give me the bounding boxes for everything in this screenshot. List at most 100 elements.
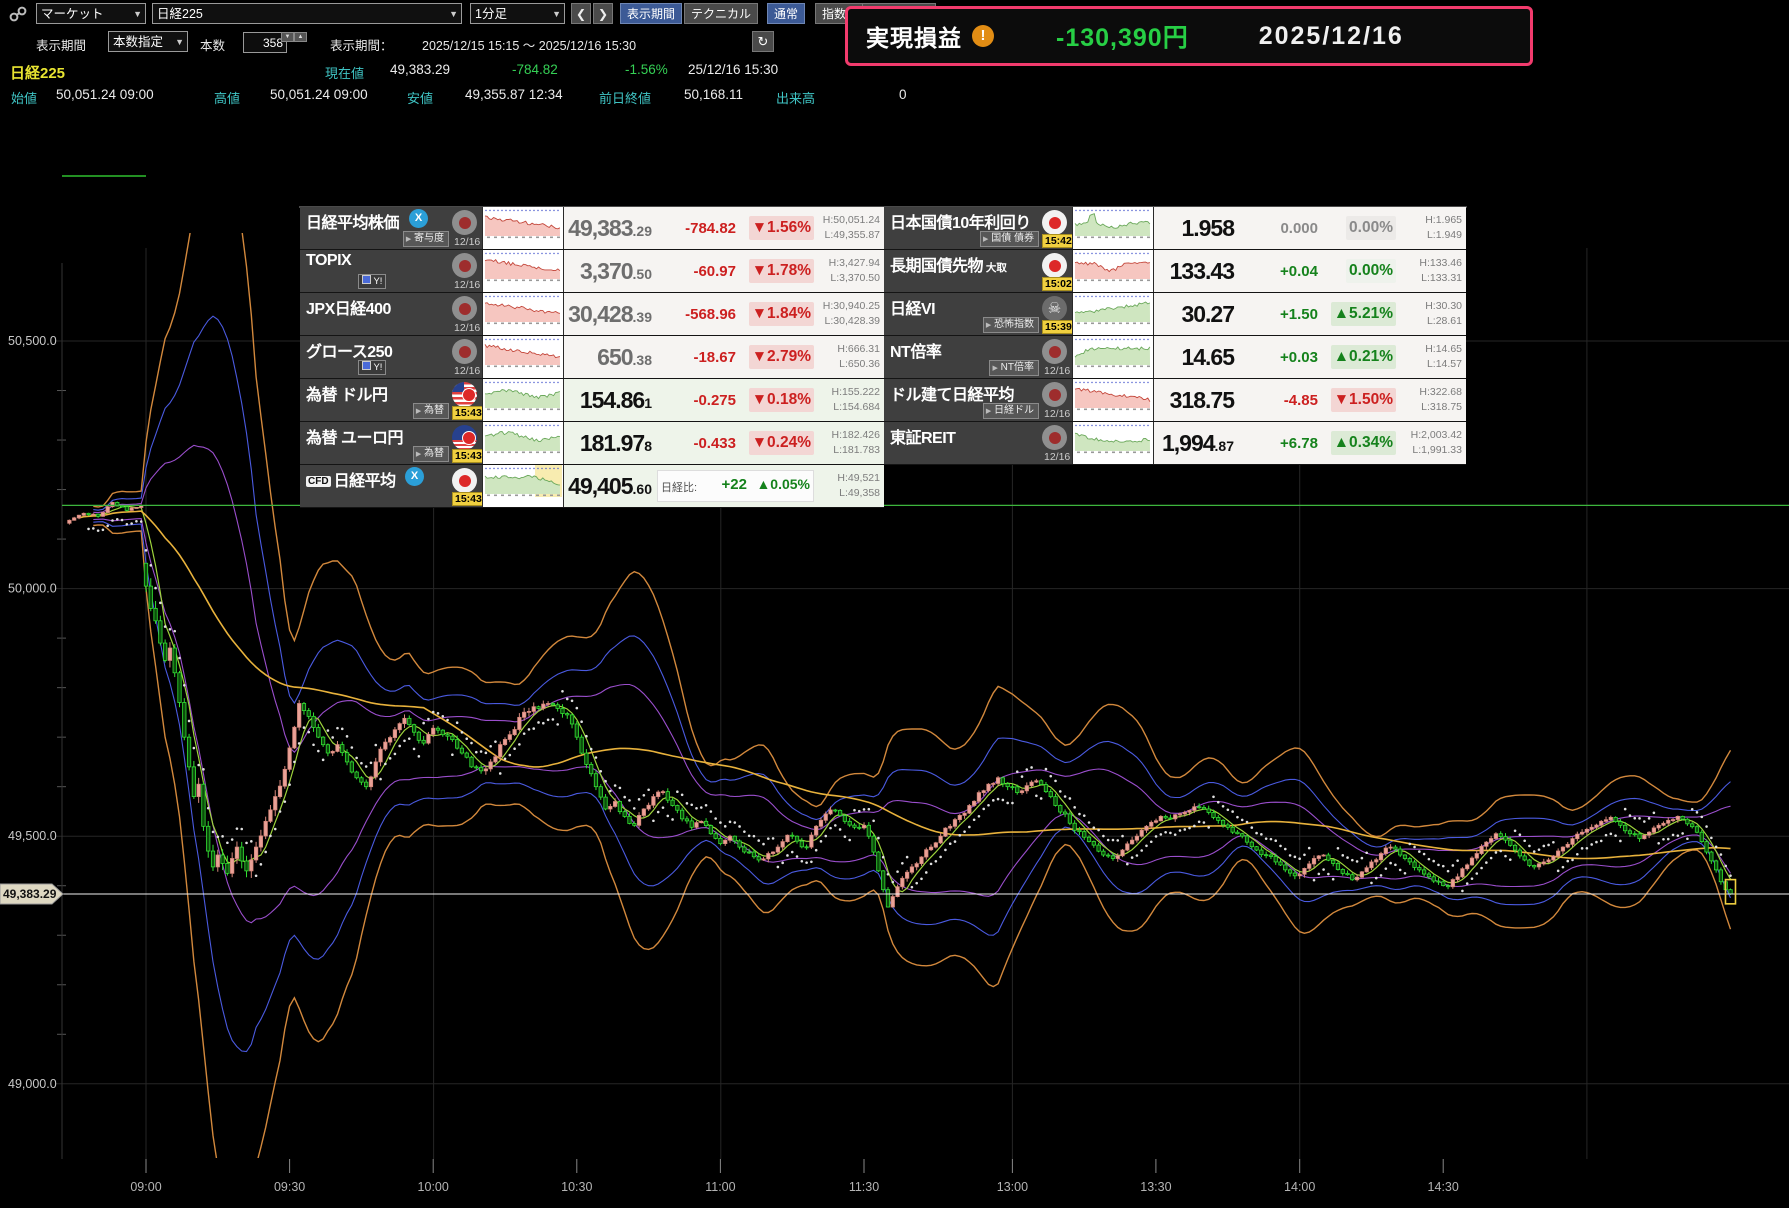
warning-icon[interactable]: ! xyxy=(972,25,994,47)
market-row-為替 ユーロ円[interactable]: 為替 ユーロ円 ▶ 為替 15:43 181.978 -0.433 ▼0.24% H:182… xyxy=(300,422,884,465)
sar-dot xyxy=(1001,798,1005,802)
high-low-values: H:50,051.24 L:49,355.87 xyxy=(822,213,880,241)
candle-body xyxy=(1211,812,1216,818)
technical-button[interactable]: テクニカル xyxy=(684,3,759,24)
candle-body xyxy=(981,790,986,794)
sar-dot xyxy=(211,830,215,834)
market-row-TOPIX[interactable]: TOPIX Y! 12/16 3,370.50 -60.97 ▼1.78% H:3,427… xyxy=(300,250,884,293)
market-row-為替 ドル円[interactable]: 為替 ドル円 ▶ 為替 15:43 154.861 -0.275 ▼0.18% H:155.… xyxy=(300,379,884,422)
candle-body xyxy=(569,714,575,725)
candle-body xyxy=(938,835,943,844)
sparkline-cell[interactable] xyxy=(482,336,563,378)
market-row-長期国債先物[interactable]: 長期国債先物 大取 15:02 133.43 +0.04 0.00% H:133.46 L:… xyxy=(884,250,1466,293)
candle-body xyxy=(770,851,776,854)
sub-category-badge[interactable]: ▶ 寄与度 xyxy=(402,231,449,247)
sparkline-cell[interactable] xyxy=(482,250,563,292)
candle-body xyxy=(1024,785,1029,792)
candle-body xyxy=(325,744,330,754)
candle-body xyxy=(1326,854,1331,861)
instrument-icons: 15:42 xyxy=(1042,207,1075,249)
candle-body xyxy=(1139,829,1144,837)
sparkline-cell[interactable] xyxy=(1072,207,1153,249)
count-mode-select[interactable]: 本数指定 ▼ xyxy=(108,31,188,52)
instrument-label-cell: グロース250 Y! xyxy=(300,336,452,378)
sparkline-cell[interactable] xyxy=(1072,379,1153,421)
candle-body xyxy=(948,825,953,829)
sub-category-badge[interactable]: ▶ 国債 債券 xyxy=(980,231,1039,247)
quote-values-cell: 1,994.87 +6.78 ▲0.34% H:2,003.42 L:1,991.33 xyxy=(1153,422,1466,464)
sar-dot xyxy=(656,810,660,814)
symbol-select[interactable]: 日経225 ▼ xyxy=(152,3,462,24)
x-social-icon[interactable]: X xyxy=(405,467,424,486)
candle-body xyxy=(1283,864,1288,871)
sar-dot xyxy=(436,712,440,715)
sparkline-cell[interactable] xyxy=(1072,293,1153,335)
y-axis-label: 50,000.0 xyxy=(8,582,57,596)
nikkei-comparison-box: 日経比: +22 ▲0.05% xyxy=(657,470,814,502)
quote-values-cell: 49,405.60 日経比: +22 ▲0.05% H:49,521 L:49,358 xyxy=(563,465,884,507)
sparkline-cell[interactable] xyxy=(1072,250,1153,292)
sparkline-cell[interactable] xyxy=(1072,422,1153,464)
count-down-spinner[interactable]: ▼ xyxy=(281,32,294,42)
yahoo-badge[interactable]: Y! xyxy=(358,360,387,375)
yahoo-badge[interactable]: Y! xyxy=(358,274,387,289)
market-row-グロース250[interactable]: グロース250 Y! 12/16 650.38 -18.67 ▼2.79% H:666.3… xyxy=(300,336,884,379)
normal-button[interactable]: 通常 xyxy=(767,3,806,24)
price-change-pct: ▼1.84% xyxy=(748,302,814,326)
price-change: -0.275 xyxy=(693,391,736,409)
market-row-NT倍率[interactable]: NT倍率 ▶ NT倍率 12/16 14.65 +0.03 ▲0.21% H:14.65 L:… xyxy=(884,336,1466,379)
sar-dot xyxy=(987,803,990,807)
candle-body xyxy=(708,825,713,835)
sar-dot xyxy=(1193,824,1196,828)
display-period-button[interactable]: 表示期間 xyxy=(620,3,683,24)
candle-body xyxy=(72,517,77,521)
market-row-日経VI[interactable]: 日経VI ▶ 恐怖指数 ☠ 15:39 30.27 +1.50 ▲5.21% H:30.30 L… xyxy=(884,293,1466,336)
market-select[interactable]: マーケット ▼ xyxy=(36,3,146,24)
prev-button[interactable]: ❮ xyxy=(571,3,591,24)
sar-dot xyxy=(1532,850,1536,853)
instrument-label-cell: 為替 ドル円 ▶ 為替 xyxy=(300,379,452,421)
sub-category-badge[interactable]: ▶ NT倍率 xyxy=(989,360,1039,376)
candle-body xyxy=(1220,819,1226,826)
interval-select[interactable]: 1分足 ▼ xyxy=(470,3,565,24)
sparkline-cell[interactable] xyxy=(482,422,563,464)
reset-period-button[interactable]: ↻ xyxy=(752,31,774,52)
sparkline-cell[interactable] xyxy=(482,379,563,421)
instrument-name: 為替 ユーロ円 xyxy=(306,430,403,447)
sparkline-cell[interactable] xyxy=(482,207,563,249)
sar-dot xyxy=(1049,774,1053,778)
market-row-東証REIT[interactable]: 東証REIT 12/16 1,994.87 +6.78 ▲0.34% H:2,003.42… xyxy=(884,422,1466,465)
sar-dot xyxy=(1283,847,1287,851)
market-row-日本国債10年利回り[interactable]: 日本国債10年利回り ▶ 国債 債券 15:42 1.958 0.000 0.00% H:1… xyxy=(884,207,1466,250)
candle-body xyxy=(239,846,244,862)
candle-body xyxy=(876,851,881,872)
x-social-icon[interactable]: X xyxy=(409,209,428,228)
candle-body xyxy=(928,846,934,851)
sparkline-cell[interactable] xyxy=(482,293,563,335)
candle-body xyxy=(1230,826,1235,833)
candle-body xyxy=(344,752,350,763)
x-axis-label: 14:30 xyxy=(1428,1180,1459,1194)
candle-body xyxy=(244,860,249,872)
next-button[interactable]: ❯ xyxy=(593,3,613,24)
sub-category-badge[interactable]: ▶ 為替 xyxy=(412,403,449,419)
candle-body xyxy=(507,734,512,740)
sub-category-badge[interactable]: ▶ 日経ドル xyxy=(982,403,1039,419)
candle-body xyxy=(1728,889,1733,895)
sar-dot xyxy=(1140,849,1143,852)
instrument-icons: 12/16 xyxy=(452,207,482,249)
market-row-日経平均株価[interactable]: 日経平均株価 X ▶ 寄与度 12/16 49,383.29 -784.82 ▼1.56% H… xyxy=(300,207,884,250)
candle-body xyxy=(306,710,311,717)
sub-category-badge[interactable]: ▶ 為替 xyxy=(412,446,449,462)
sub-category-badge[interactable]: ▶ 恐怖指数 xyxy=(982,317,1039,333)
market-row-日経平均[interactable]: CFD 日経平均 X 15:43 49,405.60 日経比: +22 ▲0.05% H:49,… xyxy=(300,465,884,508)
sparkline-cell[interactable] xyxy=(1072,336,1153,378)
instrument-suffix: 大取 xyxy=(983,262,1007,274)
candle-body xyxy=(206,825,211,852)
candle-body xyxy=(555,704,560,709)
count-up-spinner[interactable]: ▲ xyxy=(294,32,307,42)
market-row-JPX日経400[interactable]: JPX日経400 12/16 30,428.39 -568.96 ▼1.84% H:30,… xyxy=(300,293,884,336)
candle-body xyxy=(301,703,307,711)
market-row-ドル建て日経平均[interactable]: ドル建て日経平均 ▶ 日経ドル 12/16 318.75 -4.85 ▼1.50% H:32… xyxy=(884,379,1466,422)
sparkline-cell[interactable] xyxy=(482,465,563,507)
